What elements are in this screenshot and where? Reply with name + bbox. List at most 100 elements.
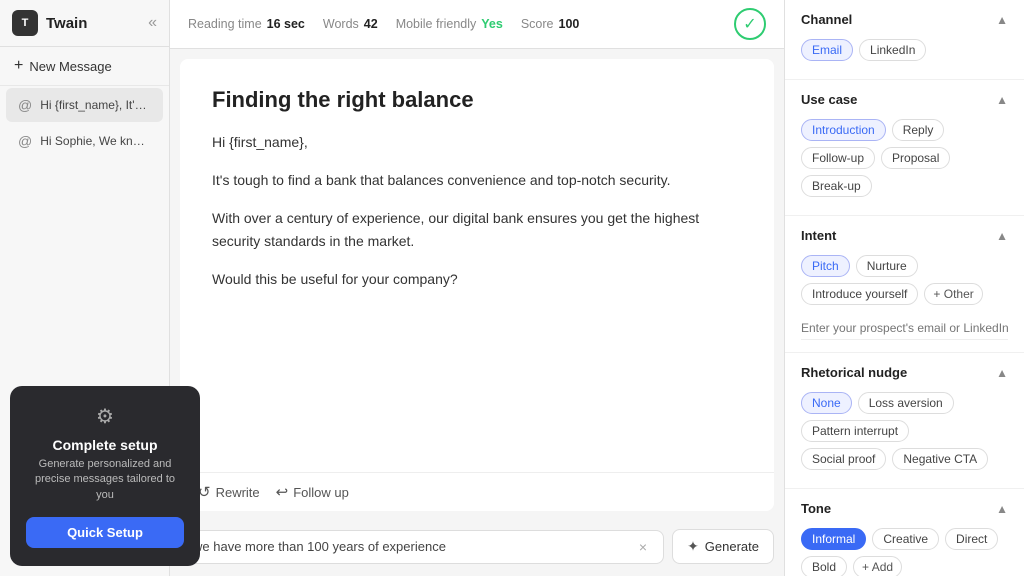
setup-description: Generate personalized and precise messag…	[26, 457, 184, 503]
rewrite-button[interactable]: ↺ Rewrite	[198, 483, 260, 501]
tag-introduce-yourself[interactable]: Introduce yourself	[801, 283, 918, 305]
followup-label: Follow up	[293, 485, 349, 500]
use-case-chevron-icon: ▲	[996, 93, 1008, 107]
tag-informal[interactable]: Informal	[801, 528, 866, 550]
tag-loss-aversion[interactable]: Loss aversion	[858, 392, 954, 414]
rhetorical-nudge-title: Rhetorical nudge	[801, 365, 907, 380]
setup-tooltip: ⚙ Complete setup Generate personalized a…	[10, 386, 200, 566]
message-preview: Hi Sophie, We know wri...	[40, 134, 151, 148]
generate-label: Generate	[705, 539, 759, 554]
score-checkmark: ✓	[734, 8, 766, 40]
editor-content: Hi {first_name}, It's tough to find a ba…	[212, 131, 742, 292]
reading-time-label: Reading time	[188, 17, 262, 31]
use-case-section-header[interactable]: Use case ▲	[785, 80, 1024, 115]
message-preview: Hi {first_name}, It's tou...	[40, 98, 151, 112]
plus-icon: +	[14, 57, 23, 75]
tone-section: Tone ▲ Informal Creative Direct Bold + A…	[785, 489, 1024, 576]
channel-section-header[interactable]: Channel ▲	[785, 0, 1024, 35]
tag-reply[interactable]: Reply	[892, 119, 945, 141]
intent-title: Intent	[801, 228, 836, 243]
words-value: 42	[364, 17, 378, 31]
rhetorical-nudge-chevron-icon: ▲	[996, 366, 1008, 380]
rhetorical-tags-row-2: Social proof Negative CTA	[801, 448, 1008, 470]
reading-time-item: Reading time 16 sec	[188, 17, 305, 31]
tone-tags: Informal Creative Direct Bold + Add	[801, 528, 1008, 576]
new-message-button[interactable]: + New Message	[0, 47, 169, 86]
use-case-tags-row-1: Introduction Reply Follow-up Proposal	[801, 119, 1008, 169]
intent-chevron-icon: ▲	[996, 229, 1008, 243]
rhetorical-nudge-body: None Loss aversion Pattern interrupt Soc…	[785, 388, 1024, 488]
tag-direct[interactable]: Direct	[945, 528, 998, 550]
tag-introduction[interactable]: Introduction	[801, 119, 886, 141]
score-item: Score 100	[521, 17, 580, 31]
channel-title: Channel	[801, 12, 852, 27]
sidebar: T Twain « + New Message @ Hi {first_name…	[0, 0, 170, 576]
at-icon: @	[18, 133, 32, 149]
use-case-tags-row-2: Break-up	[801, 175, 1008, 197]
tag-bold[interactable]: Bold	[801, 556, 847, 576]
new-message-label: New Message	[29, 59, 111, 74]
rhetorical-tags-row-1: None Loss aversion Pattern interrupt	[801, 392, 1008, 442]
topbar: Reading time 16 sec Words 42 Mobile frie…	[170, 0, 784, 49]
tone-section-header[interactable]: Tone ▲	[785, 489, 1024, 524]
rhetorical-nudge-header[interactable]: Rhetorical nudge ▲	[785, 353, 1024, 388]
paragraph-3: Would this be useful for your company?	[212, 268, 742, 292]
tag-follow-up[interactable]: Follow-up	[801, 147, 875, 169]
intent-tags: Pitch Nurture Introduce yourself + Other	[801, 255, 1008, 305]
followup-button[interactable]: ↩ Follow up	[276, 483, 349, 501]
quick-setup-button[interactable]: Quick Setup	[26, 517, 184, 548]
intent-section-header[interactable]: Intent ▲	[785, 216, 1024, 251]
tone-title: Tone	[801, 501, 831, 516]
paragraph-2: With over a century of experience, our d…	[212, 207, 742, 255]
intent-body: Pitch Nurture Introduce yourself + Other	[785, 251, 1024, 352]
editor-area[interactable]: Finding the right balance Hi {first_name…	[180, 59, 774, 472]
tag-none[interactable]: None	[801, 392, 852, 414]
sidebar-collapse-button[interactable]: «	[148, 14, 157, 32]
tag-pattern-interrupt[interactable]: Pattern interrupt	[801, 420, 909, 442]
tag-negative-cta[interactable]: Negative CTA	[892, 448, 988, 470]
sidebar-header: T Twain «	[0, 0, 169, 47]
generate-button[interactable]: ✦ Generate	[672, 529, 774, 564]
clear-input-button[interactable]: ×	[635, 539, 651, 555]
prospect-input[interactable]	[801, 317, 1008, 340]
paragraph-1: It's tough to find a bank that balances …	[212, 169, 742, 193]
list-item[interactable]: @ Hi {first_name}, It's tou...	[6, 88, 163, 122]
context-input[interactable]	[193, 539, 635, 554]
mobile-friendly-item: Mobile friendly Yes	[396, 17, 503, 31]
score-label: Score	[521, 17, 554, 31]
channel-body: Email LinkedIn	[785, 35, 1024, 79]
main-content: Reading time 16 sec Words 42 Mobile frie…	[170, 0, 784, 576]
input-field-wrap: ×	[180, 530, 664, 564]
tag-nurture[interactable]: Nurture	[856, 255, 918, 277]
setup-title: Complete setup	[26, 437, 184, 453]
tag-plus-add[interactable]: + Add	[853, 556, 902, 576]
tag-pitch[interactable]: Pitch	[801, 255, 850, 277]
tag-plus-other[interactable]: + Other	[924, 283, 982, 305]
app-logo: T	[12, 10, 38, 36]
channel-tags: Email LinkedIn	[801, 39, 1008, 61]
right-panel: Channel ▲ Email LinkedIn Use case ▲ Intr…	[784, 0, 1024, 576]
app-name: Twain	[46, 15, 87, 32]
settings-icon: ⚙	[26, 404, 184, 429]
followup-icon: ↩	[276, 483, 289, 501]
tag-proposal[interactable]: Proposal	[881, 147, 950, 169]
score-value: 100	[559, 17, 580, 31]
tag-social-proof[interactable]: Social proof	[801, 448, 886, 470]
mobile-label: Mobile friendly	[396, 17, 477, 31]
tag-creative[interactable]: Creative	[872, 528, 939, 550]
intent-section: Intent ▲ Pitch Nurture Introduce yoursel…	[785, 216, 1024, 353]
use-case-title: Use case	[801, 92, 857, 107]
at-icon: @	[18, 97, 32, 113]
words-item: Words 42	[323, 17, 378, 31]
tag-email[interactable]: Email	[801, 39, 853, 61]
editor-actions-bar: ↺ Rewrite ↩ Follow up	[180, 472, 774, 511]
tag-break-up[interactable]: Break-up	[801, 175, 872, 197]
mobile-value: Yes	[481, 17, 503, 31]
generate-icon: ✦	[687, 538, 699, 555]
rewrite-label: Rewrite	[216, 485, 260, 500]
use-case-body: Introduction Reply Follow-up Proposal Br…	[785, 115, 1024, 215]
list-item[interactable]: @ Hi Sophie, We know wri...	[6, 124, 163, 158]
channel-chevron-icon: ▲	[996, 13, 1008, 27]
editor-title: Finding the right balance	[212, 87, 742, 113]
tag-linkedin[interactable]: LinkedIn	[859, 39, 926, 61]
